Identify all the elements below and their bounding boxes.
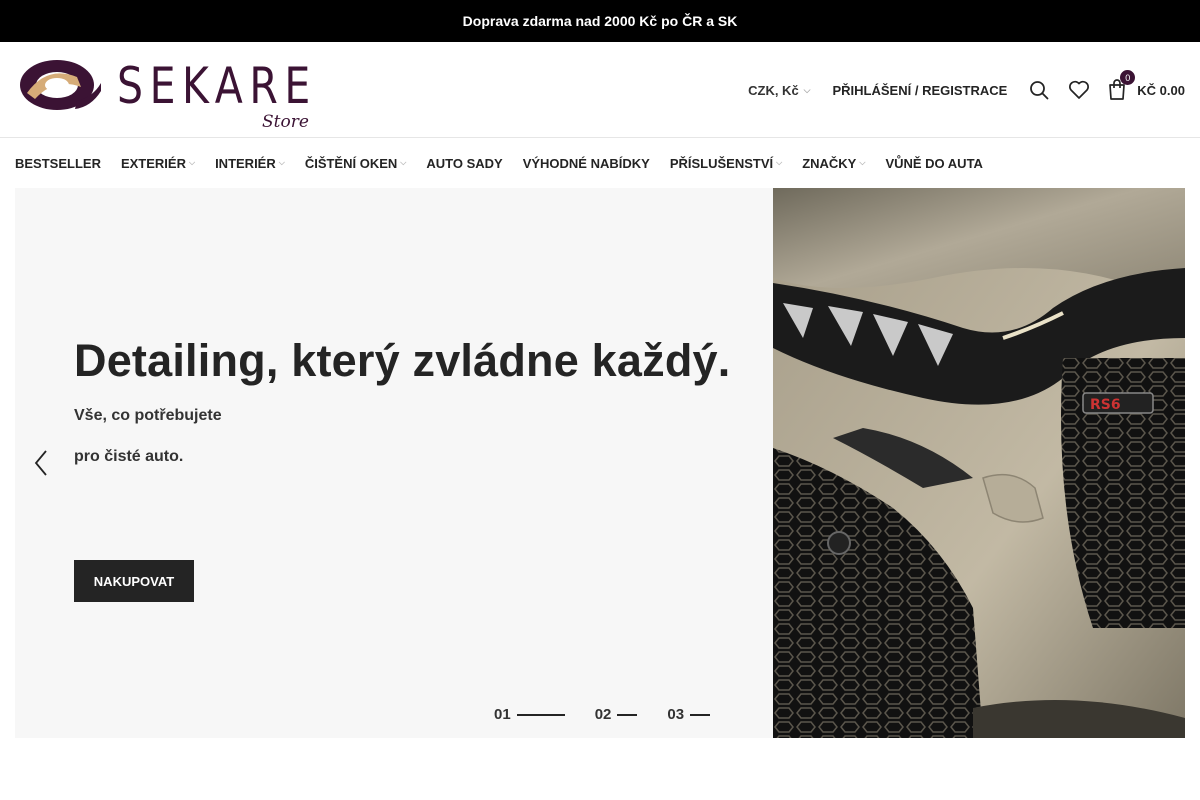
search-button[interactable] — [1027, 78, 1051, 102]
main-navigation: Bestseller Exteriér ⌵ Interiér ⌵ Čištění o… — [15, 138, 1003, 188]
heart-icon — [1069, 80, 1090, 99]
nav-label: Vůně do auta — [885, 155, 983, 171]
nav-label: Exteriér — [120, 155, 186, 171]
slide-bar — [617, 713, 638, 716]
chevron-down-icon: ⌵ — [803, 84, 811, 95]
nav-label: Příslušenství — [669, 155, 774, 171]
search-icon — [1030, 81, 1049, 100]
hero-text: Detailing, který zvládne každý. Vše, co … — [74, 335, 730, 466]
hero-car-image: RS6 — [773, 188, 1185, 738]
hero-title: Detailing, který zvládne každý. — [74, 335, 731, 386]
nav-label: Interiér — [215, 155, 276, 171]
chevron-down-icon: ⌵ — [188, 158, 196, 167]
hero-subtitle-line-2: pro čisté auto. — [74, 448, 184, 465]
nav-item-interier[interactable]: Interiér ⌵ — [215, 156, 285, 171]
slide-dot-1[interactable]: 01 — [494, 706, 565, 723]
slide-pagination: 01 02 03 — [494, 706, 740, 723]
hero-subtitle-line-1: Vše, co potřebujete — [74, 407, 222, 424]
nav-item-vyhodne-nabidky[interactable]: Výhodné nabídky — [523, 156, 650, 171]
header-actions: CZK, Kč ⌵ Přihlášení / Registrace 0 Kč 0… — [748, 42, 1185, 138]
slide-dot-2[interactable]: 02 — [595, 706, 638, 723]
nav-item-auto-sady[interactable]: Auto sady — [426, 156, 502, 171]
nav-item-bestseller[interactable]: Bestseller — [15, 156, 101, 171]
cart-button[interactable]: 0 Kč 0.00 — [1107, 70, 1185, 101]
chevron-down-icon: ⌵ — [776, 158, 783, 167]
slide-number: 01 — [494, 706, 511, 723]
nav-label: Značky — [802, 155, 857, 171]
chevron-down-icon: ⌵ — [859, 158, 866, 167]
nav-item-znacky[interactable]: Značky ⌵ — [802, 156, 865, 171]
shop-now-button[interactable]: Nakupovat — [74, 560, 194, 602]
nav-label: Výhodné nabídky — [522, 155, 650, 171]
nav-label: Auto sady — [426, 155, 503, 171]
nav-label: Čištění oken — [304, 155, 398, 171]
wishlist-button[interactable] — [1067, 78, 1091, 102]
nav-item-exterier[interactable]: Exteriér ⌵ — [121, 156, 195, 171]
cart-total: Kč 0.00 — [1137, 82, 1185, 98]
nav-label: Bestseller — [15, 155, 101, 171]
nav-item-prislusenstvi[interactable]: Příslušenství ⌵ — [670, 156, 782, 171]
slide-number: 03 — [667, 706, 685, 723]
currency-label: CZK, Kč — [748, 82, 799, 98]
arrow-left-icon[interactable] — [31, 448, 51, 478]
logo-wordmark: SEKARE — [117, 57, 317, 115]
announcement-text: Doprava zdarma nad 2000 Kč po ČR a SK — [462, 13, 738, 29]
logo-subtitle: Store — [262, 112, 309, 132]
hero-slider: Detailing, který zvládne každý. Vše, co … — [15, 188, 1185, 738]
logo-mark-icon — [20, 60, 101, 110]
cart-count-badge: 0 — [1120, 70, 1136, 85]
announcement-bar: Doprava zdarma nad 2000 Kč po ČR a SK — [0, 0, 1200, 42]
chevron-down-icon: ⌵ — [278, 158, 285, 167]
svg-text:RS6: RS6 — [1090, 397, 1121, 413]
site-logo[interactable]: SEKARE Store — [17, 50, 317, 132]
login-register-link[interactable]: Přihlášení / Registrace — [833, 83, 1008, 98]
nav-item-cisteni-oken[interactable]: Čištění oken ⌵ — [305, 156, 407, 171]
slide-number: 02 — [594, 706, 612, 723]
nav-item-vune-do-auta[interactable]: Vůně do auta — [885, 156, 983, 171]
currency-switcher[interactable]: CZK, Kč ⌵ — [748, 83, 810, 98]
chevron-down-icon: ⌵ — [400, 158, 407, 167]
site-header: SEKARE Store CZK, Kč ⌵ Přihlášení / Regi… — [0, 42, 1200, 138]
slide-bar — [690, 713, 711, 716]
slide-bar — [516, 713, 565, 716]
slide-dot-3[interactable]: 03 — [667, 706, 711, 723]
